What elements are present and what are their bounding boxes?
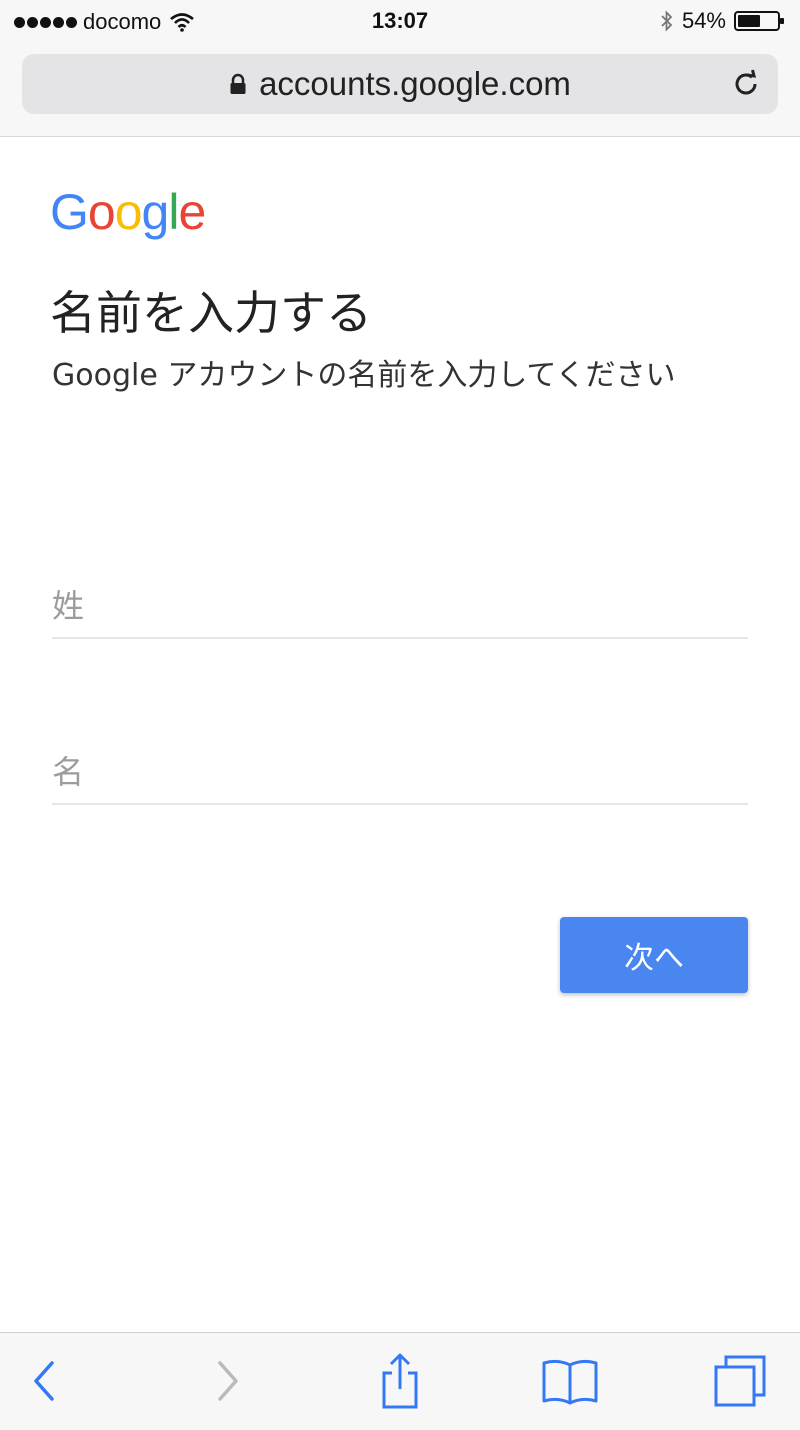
- tabs-icon: [714, 1355, 766, 1407]
- last-name-field: [52, 577, 748, 639]
- next-button[interactable]: 次へ: [560, 917, 748, 993]
- battery-percent: 54%: [681, 8, 726, 33]
- battery-icon: [734, 11, 784, 31]
- logo-letter: o: [114, 184, 143, 240]
- browser-toolbar: [0, 1332, 800, 1430]
- status-right: 54%: [660, 8, 786, 34]
- first-name-field: [52, 743, 748, 805]
- share-button[interactable]: [370, 1351, 430, 1411]
- logo-letter: G: [50, 184, 89, 240]
- lock-icon: [230, 73, 246, 94]
- url-text: accounts.google.com: [259, 65, 571, 102]
- page-content: Google 名前を入力する Google アカウントの名前を入力してください …: [0, 137, 800, 1332]
- status-bar: docomo 13:07 54%: [0, 0, 800, 46]
- logo-letter: e: [178, 184, 206, 240]
- bluetooth-icon: [661, 10, 673, 32]
- bookmarks-icon: [542, 1359, 598, 1405]
- forward-button[interactable]: [196, 1351, 256, 1411]
- bookmarks-button[interactable]: [540, 1351, 600, 1411]
- address-bar-content: accounts.google.com: [22, 54, 778, 114]
- logo-letter: l: [168, 184, 179, 240]
- back-button[interactable]: [16, 1351, 76, 1411]
- logo-letter: o: [87, 184, 116, 240]
- page-title: 名前を入力する: [50, 286, 372, 340]
- last-name-input[interactable]: [52, 577, 748, 635]
- back-icon: [34, 1361, 54, 1401]
- google-logo: Google: [50, 183, 206, 241]
- tabs-button[interactable]: [710, 1351, 770, 1411]
- forward-icon: [218, 1361, 238, 1401]
- reload-icon[interactable]: [730, 68, 762, 100]
- address-bar[interactable]: accounts.google.com: [22, 54, 778, 114]
- first-name-input[interactable]: [52, 743, 748, 801]
- share-icon: [382, 1353, 418, 1409]
- logo-letter: g: [141, 184, 170, 240]
- browser-chrome: accounts.google.com: [0, 46, 800, 137]
- page-subtitle: Google アカウントの名前を入力してください: [52, 358, 676, 393]
